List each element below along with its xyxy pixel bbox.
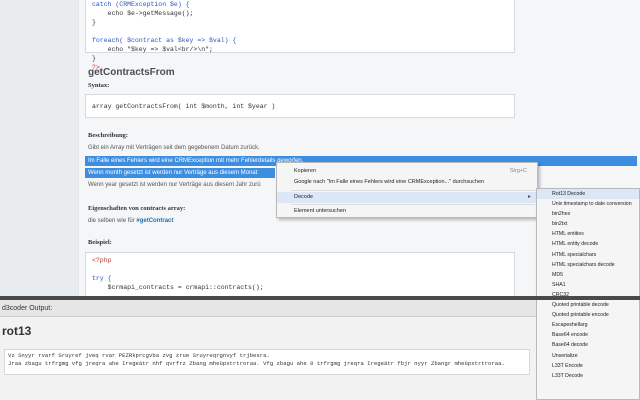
menu-item-google-search[interactable]: Google nach "Im Falle eines Fehlers wird… bbox=[277, 177, 537, 188]
code-block-top: catch (CRMException $e) { echo $e->getMe… bbox=[85, 0, 515, 71]
submenu-item-md5[interactable]: MD5 bbox=[537, 270, 639, 280]
syntax-code: array getContractsFrom( int $month, int … bbox=[92, 103, 276, 110]
output-text-box[interactable]: Vz Snyyr rvarf Sruyref jveq rvar PEZRkpr… bbox=[4, 349, 530, 375]
output-panel-header: d3coder Output: bbox=[0, 300, 536, 317]
menu-separator bbox=[291, 204, 535, 205]
menu-item-inspect[interactable]: Element untersuchen bbox=[277, 206, 537, 217]
output-title: rot13 bbox=[2, 324, 32, 338]
description-label: Beschreibung: bbox=[88, 132, 128, 139]
properties-text-prefix: die selben wie für bbox=[88, 218, 135, 224]
submenu-item-unserialize[interactable]: Unserialize bbox=[537, 351, 639, 361]
description-text: Gibt ein Array mit Verträgen seit dem ge… bbox=[88, 145, 260, 151]
year-text: Wenn year gesetzt ist werden nur Verträg… bbox=[88, 182, 261, 188]
submenu-item-unix-timestamp[interactable]: Unix timestamp to date conversion bbox=[537, 199, 639, 209]
left-margin bbox=[0, 0, 78, 296]
menu-item-decode-label: Decode bbox=[294, 194, 313, 200]
example-code: <?php try { $crmapi_contracts = crmapi::… bbox=[92, 257, 264, 291]
properties-label: Eigenschaften von contracts array: bbox=[88, 205, 186, 212]
submenu-item-html-entities[interactable]: HTML entities bbox=[537, 229, 639, 239]
get-contract-link[interactable]: #getContract bbox=[136, 218, 173, 224]
output-line-2: Jraa zbagu trfrgmg vfg jreqra ahe Iregeä… bbox=[8, 360, 505, 367]
submenu-item-html-specialchars-decode[interactable]: HTML specialchars decode bbox=[537, 260, 639, 270]
properties-text: die selben wie für #getContract bbox=[88, 218, 173, 224]
syntax-label: Syntax: bbox=[88, 82, 110, 89]
context-menu: Kopieren Strg+C Google nach "Im Falle ei… bbox=[276, 162, 538, 218]
submenu-item-quoted-printable-encode[interactable]: Quoted printable encode bbox=[537, 310, 639, 320]
submenu-item-base64-encode[interactable]: Base64 encode bbox=[537, 330, 639, 340]
submenu-item-rot13-decode[interactable]: Rot13 Decode bbox=[537, 189, 639, 200]
menu-item-copy-shortcut: Strg+C bbox=[509, 168, 527, 174]
submenu-item-l33t-encode[interactable]: L33T Encode bbox=[537, 361, 639, 371]
submenu-item-bin2hex[interactable]: bin2hex bbox=[537, 209, 639, 219]
example-label: Beispiel: bbox=[88, 239, 112, 246]
submenu-item-bin2txt[interactable]: bin2txt bbox=[537, 219, 639, 229]
selected-text-line-2[interactable]: Wenn month gesetzt ist werden nur Verträ… bbox=[85, 168, 275, 178]
submenu-item-base64-decode[interactable]: Base64 decode bbox=[537, 340, 639, 350]
submenu-arrow-icon: ▸ bbox=[527, 194, 531, 200]
submenu-item-escapeshellarg[interactable]: Escapeshellarg bbox=[537, 320, 639, 330]
submenu-item-quoted-printable-decode[interactable]: Quoted printable decode bbox=[537, 300, 639, 310]
menu-item-copy-label: Kopieren bbox=[294, 168, 317, 174]
decode-submenu: Rot13 Decode Unix timestamp to date conv… bbox=[536, 188, 640, 400]
menu-item-copy[interactable]: Kopieren Strg+C bbox=[277, 166, 537, 177]
submenu-item-l33t-decode[interactable]: L33T Decode bbox=[537, 371, 639, 381]
output-line-1: Vz Snyyr rvarf Sruyref jveq rvar PEZRkpr… bbox=[8, 352, 270, 359]
submenu-item-sha1[interactable]: SHA1 bbox=[537, 280, 639, 290]
example-code-block: <?php try { $crmapi_contracts = crmapi::… bbox=[85, 252, 515, 296]
submenu-item-html-entity-decode[interactable]: HTML entity decode bbox=[537, 239, 639, 249]
code-block-top-text: catch (CRMException $e) { echo $e->getMe… bbox=[92, 1, 237, 71]
syntax-code-block: array getContractsFrom( int $month, int … bbox=[85, 94, 515, 118]
menu-separator bbox=[291, 190, 535, 191]
menu-item-decode[interactable]: Decode ▸ bbox=[277, 192, 537, 203]
submenu-item-html-specialchars[interactable]: HTML specialchars bbox=[537, 250, 639, 260]
section-title: getContractsFrom bbox=[88, 67, 175, 78]
